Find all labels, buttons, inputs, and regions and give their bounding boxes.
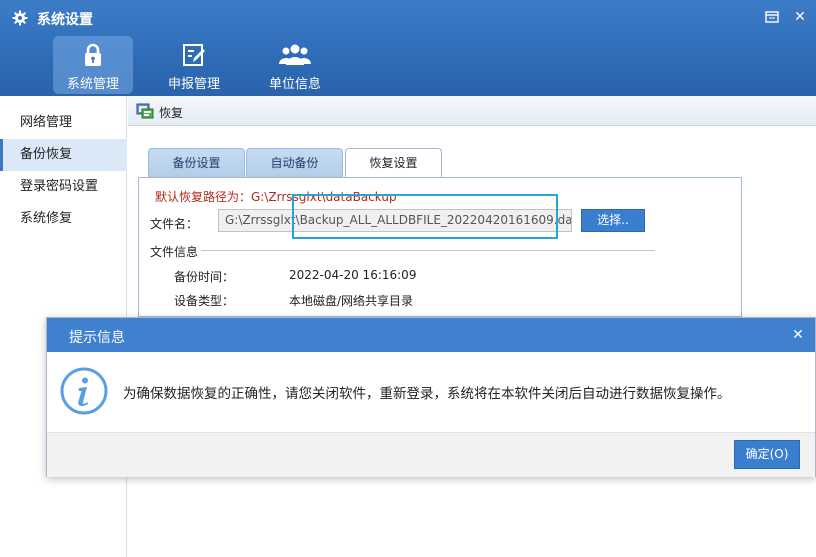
window-title: 系统设置: [37, 12, 93, 28]
backup-time-value: 2022-04-20 16:16:09: [289, 268, 417, 282]
gear-icon: [12, 10, 28, 26]
section-divider: [201, 250, 655, 251]
window-close-icon[interactable]: ✕: [792, 10, 808, 24]
edit-form-icon: [183, 44, 205, 66]
device-type-value: 本地磁盘/网络共享目录: [289, 294, 414, 308]
panel-title: 恢复: [159, 106, 184, 120]
default-restore-path: 默认恢复路径为：G:\Zrrssglxt\dataBackup: [155, 190, 397, 204]
file-name-label: 文件名：: [150, 217, 199, 231]
settings-window: 系统设置 ✕ 系统管理 申报管理 单位信息 网络管理 备份恢复 登录密码设置 系…: [0, 0, 816, 557]
nav-tab-declaration-management[interactable]: 申报管理: [154, 36, 234, 94]
title-bar: 系统设置 ✕: [0, 0, 816, 34]
select-file-button[interactable]: 选择..: [581, 209, 645, 232]
file-info-title: 文件信息: [150, 245, 199, 259]
sidebar-item-backup-restore[interactable]: 备份恢复: [0, 139, 127, 171]
tab-restore-settings[interactable]: 恢复设置: [345, 148, 442, 178]
restore-settings-panel: 默认恢复路径为：G:\Zrrssglxt\dataBackup 文件名： G:\…: [138, 177, 742, 317]
dialog-title: 提示信息: [69, 330, 125, 346]
dialog-header: 提示信息 ✕: [47, 318, 815, 352]
panel-header: 恢复: [128, 96, 816, 126]
nav-tab-system-management[interactable]: 系统管理: [53, 36, 133, 94]
sidebar-item-network[interactable]: 网络管理: [0, 107, 127, 139]
dialog-message: 为确保数据恢复的正确性，请您关闭软件，重新登录，系统将在本软件关闭后自动进行数据…: [123, 386, 731, 402]
nav-tab-unit-info[interactable]: 单位信息: [255, 36, 335, 94]
lock-icon: [85, 43, 101, 66]
file-name-field[interactable]: G:\Zrrssglxt\Backup_ALL_ALLDBFILE_202204…: [218, 209, 572, 232]
nav-tab-label: 申报管理: [167, 77, 220, 92]
nav-tab-label: 单位信息: [268, 77, 321, 92]
tab-backup-settings[interactable]: 备份设置: [148, 148, 245, 177]
nav-tab-label: 系统管理: [66, 77, 119, 92]
tab-auto-backup[interactable]: 自动备份: [246, 148, 343, 177]
dialog-footer: 确定(O): [47, 432, 815, 477]
users-icon: [279, 44, 311, 65]
ok-button[interactable]: 确定(O): [734, 440, 800, 469]
restore-panel-icon: [136, 103, 154, 119]
restore-icon[interactable]: [764, 10, 780, 24]
device-type-label: 设备类型：: [174, 294, 235, 308]
info-icon: [60, 367, 108, 415]
dialog-close-icon[interactable]: ✕: [791, 328, 805, 342]
backup-time-label: 备份时间：: [174, 270, 235, 284]
sidebar-item-login-password[interactable]: 登录密码设置: [0, 171, 127, 203]
info-dialog: 提示信息 ✕ 为确保数据恢复的正确性，请您关闭软件，重新登录，系统将在本软件关闭…: [46, 317, 816, 477]
sidebar-item-system-repair[interactable]: 系统修复: [0, 203, 127, 235]
window-header: 系统设置 ✕ 系统管理 申报管理 单位信息: [0, 0, 816, 96]
